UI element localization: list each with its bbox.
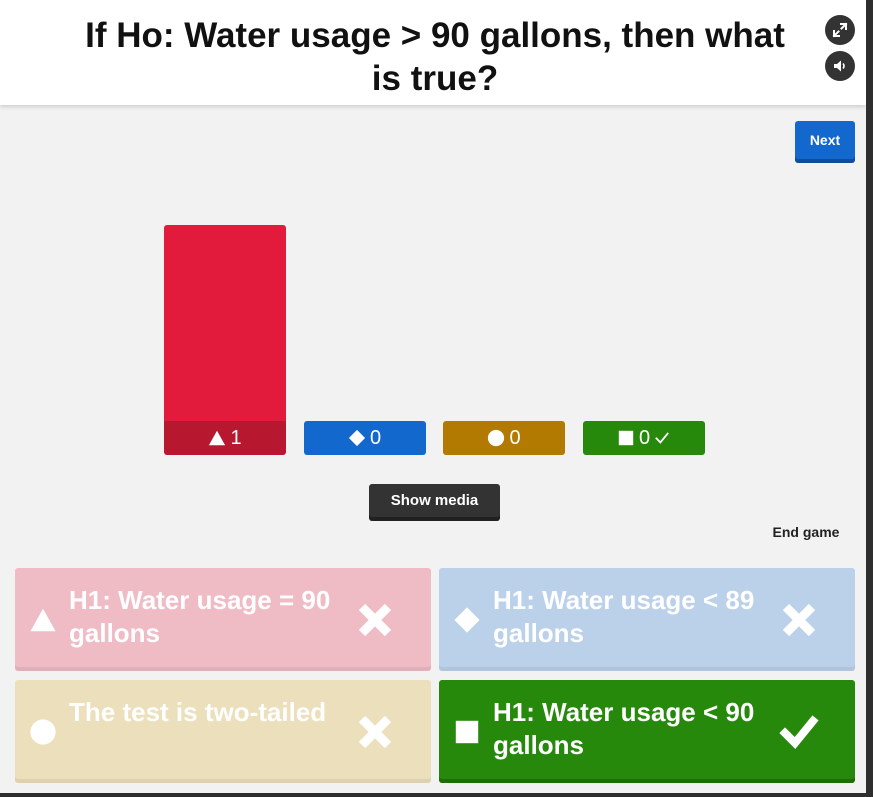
square-icon: [618, 430, 634, 446]
diamond-icon: [348, 429, 366, 447]
answer-text: H1: Water usage < 90 gallons: [493, 697, 755, 760]
circle-icon: [488, 429, 505, 447]
answer-text: The test is two-tailed: [69, 697, 327, 727]
bar-label-triangle: 1: [164, 421, 286, 455]
answer-text: H1: Water usage < 89 gallons: [493, 585, 755, 648]
triangle-icon: [30, 608, 56, 632]
triangle-icon: [209, 430, 226, 446]
window-edge: [866, 0, 873, 797]
bar-label-square: 0: [582, 421, 705, 455]
answer-option-1[interactable]: H1: Water usage = 90 gallons: [15, 568, 431, 671]
circle-icon: [30, 719, 56, 745]
check-icon: [655, 432, 669, 444]
cross-icon: [358, 603, 392, 637]
cross-icon: [358, 715, 392, 749]
bar-label-diamond: 0: [303, 421, 426, 455]
bar-count: 0: [369, 426, 382, 449]
bar-count: 0: [509, 426, 521, 449]
square-icon: [455, 720, 479, 744]
answer-option-2[interactable]: H1: Water usage < 89 gallons: [439, 568, 855, 671]
diamond-icon: [454, 607, 480, 633]
game-screen: If Ho: Water usage > 90 gallons, then wh…: [0, 0, 866, 793]
window-edge: [0, 793, 873, 797]
answer-text: H1: Water usage = 90 gallons: [69, 585, 331, 648]
bar-label-circle: 0: [443, 421, 565, 455]
bar-count: 0: [638, 426, 651, 449]
bar-triangle: [164, 225, 286, 421]
check-icon: [779, 715, 819, 749]
show-media-button[interactable]: Show media: [369, 484, 500, 521]
bar-count: 1: [230, 426, 242, 449]
answer-option-4[interactable]: H1: Water usage < 90 gallons: [439, 680, 855, 783]
cross-icon: [782, 603, 816, 637]
end-game-button[interactable]: End game: [766, 520, 846, 544]
answer-option-3[interactable]: The test is two-tailed: [15, 680, 431, 783]
answer-results-chart: 1 0 0 0: [0, 0, 866, 470]
